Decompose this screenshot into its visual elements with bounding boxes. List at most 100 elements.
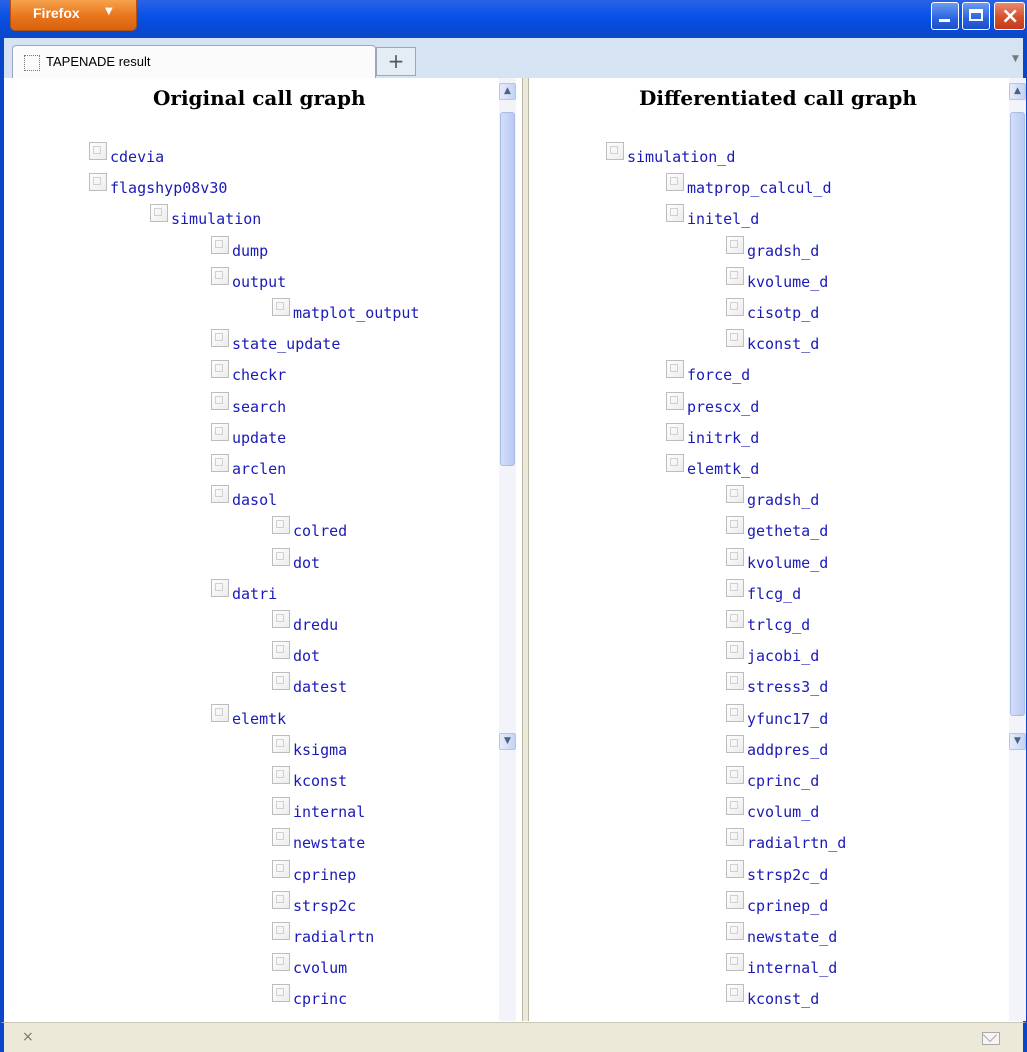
node-link[interactable]: datest	[293, 678, 347, 696]
close-window-button[interactable]: ×	[994, 2, 1025, 30]
node-checkbox-icon[interactable]	[89, 173, 107, 192]
scrollbar-thumb[interactable]	[1010, 112, 1025, 716]
node-checkbox-icon[interactable]	[726, 610, 744, 628]
node-link[interactable]: colred	[293, 522, 347, 540]
node-checkbox-icon[interactable]	[272, 953, 290, 972]
node-checkbox-icon[interactable]	[666, 360, 684, 379]
node-link[interactable]: force_d	[687, 366, 750, 384]
node-checkbox-icon[interactable]	[272, 298, 290, 316]
node-checkbox-icon[interactable]	[726, 235, 744, 254]
node-checkbox-icon[interactable]	[726, 890, 744, 909]
node-checkbox-icon[interactable]	[272, 859, 290, 878]
node-link[interactable]: trlcg_d	[747, 616, 810, 634]
node-link[interactable]: kconst_d	[747, 990, 819, 1008]
node-checkbox-icon[interactable]	[272, 672, 290, 691]
node-checkbox-icon[interactable]	[211, 454, 229, 472]
node-checkbox-icon[interactable]	[150, 204, 168, 223]
node-link[interactable]: kvolume_d	[747, 554, 828, 572]
node-checkbox-icon[interactable]	[726, 922, 744, 940]
node-link[interactable]: flcg_d	[747, 585, 801, 603]
node-checkbox-icon[interactable]	[726, 578, 744, 597]
node-link[interactable]: newstate	[293, 834, 365, 852]
node-checkbox-icon[interactable]	[726, 953, 744, 972]
node-checkbox-icon[interactable]	[666, 454, 684, 472]
node-link[interactable]: cvolum_d	[747, 803, 819, 821]
node-link[interactable]: datri	[232, 585, 277, 603]
scroll-up-icon[interactable]: ▲	[499, 83, 516, 100]
node-checkbox-icon[interactable]	[211, 266, 229, 285]
node-link[interactable]: ksigma	[293, 741, 347, 759]
node-checkbox-icon[interactable]	[272, 828, 290, 847]
node-link[interactable]: output	[232, 273, 286, 291]
node-checkbox-icon[interactable]	[666, 173, 684, 192]
node-link[interactable]: checkr	[232, 366, 286, 384]
node-link[interactable]: search	[232, 398, 286, 416]
node-checkbox-icon[interactable]	[211, 485, 229, 504]
node-link[interactable]: dredu	[293, 616, 338, 634]
node-link[interactable]: dot	[293, 554, 320, 572]
node-checkbox-icon[interactable]	[726, 672, 744, 691]
node-checkbox-icon[interactable]	[726, 703, 744, 722]
node-link[interactable]: kconst_d	[747, 335, 819, 353]
node-checkbox-icon[interactable]	[272, 766, 290, 784]
node-link[interactable]: strsp2c	[293, 897, 356, 915]
node-link[interactable]: jacobi_d	[747, 647, 819, 665]
node-checkbox-icon[interactable]	[726, 516, 744, 535]
tab-tapenade-result[interactable]: TAPENADE result	[12, 45, 376, 78]
close-icon[interactable]: ×	[22, 1029, 34, 1045]
node-checkbox-icon[interactable]	[666, 204, 684, 223]
node-checkbox-icon[interactable]	[726, 766, 744, 784]
node-checkbox-icon[interactable]	[272, 734, 290, 753]
scrollbar-thumb[interactable]	[500, 112, 515, 466]
node-checkbox-icon[interactable]	[89, 142, 107, 160]
minimize-button[interactable]	[931, 2, 959, 30]
node-link[interactable]: addpres_d	[747, 741, 828, 759]
node-link[interactable]: strsp2c_d	[747, 866, 828, 884]
node-checkbox-icon[interactable]	[211, 329, 229, 348]
node-link[interactable]: kconst	[293, 772, 347, 790]
node-link[interactable]: cdevia	[110, 148, 164, 166]
node-link[interactable]: cprinc_d	[747, 772, 819, 790]
node-link[interactable]: kvolume_d	[747, 273, 828, 291]
node-link[interactable]: radialrtn_d	[747, 834, 846, 852]
node-checkbox-icon[interactable]	[666, 422, 684, 441]
node-link[interactable]: simulation	[171, 210, 261, 228]
node-link[interactable]: getheta_d	[747, 522, 828, 540]
node-checkbox-icon[interactable]	[272, 516, 290, 535]
node-link[interactable]: simulation_d	[627, 148, 735, 166]
node-checkbox-icon[interactable]	[272, 984, 290, 1003]
node-checkbox-icon[interactable]	[666, 391, 684, 410]
node-checkbox-icon[interactable]	[726, 828, 744, 847]
list-all-tabs-button[interactable]: ▼	[1012, 54, 1019, 64]
node-link[interactable]: matplot_output	[293, 304, 419, 322]
node-checkbox-icon[interactable]	[272, 641, 290, 660]
node-link[interactable]: cvolum	[293, 959, 347, 977]
node-checkbox-icon[interactable]	[726, 298, 744, 316]
node-link[interactable]: elemtk	[232, 710, 286, 728]
node-link[interactable]: gradsh_d	[747, 242, 819, 260]
right-pane-scrollbar[interactable]: ▲ ▼	[1009, 78, 1026, 1021]
node-checkbox-icon[interactable]	[211, 578, 229, 597]
frame-splitter[interactable]	[522, 78, 529, 1021]
node-checkbox-icon[interactable]	[211, 360, 229, 379]
node-link[interactable]: initrk_d	[687, 429, 759, 447]
node-checkbox-icon[interactable]	[726, 329, 744, 348]
node-link[interactable]: update	[232, 429, 286, 447]
node-link[interactable]: radialrtn	[293, 928, 374, 946]
node-link[interactable]: cisotp_d	[747, 304, 819, 322]
node-link[interactable]: internal	[293, 803, 365, 821]
node-link[interactable]: flagshyp08v30	[110, 179, 227, 197]
node-checkbox-icon[interactable]	[726, 984, 744, 1003]
node-checkbox-icon[interactable]	[726, 797, 744, 816]
node-checkbox-icon[interactable]	[726, 485, 744, 504]
node-link[interactable]: yfunc17_d	[747, 710, 828, 728]
scroll-down-icon[interactable]: ▼	[1009, 733, 1026, 750]
node-link[interactable]: stress3_d	[747, 678, 828, 696]
scroll-up-icon[interactable]: ▲	[1009, 83, 1026, 100]
node-link[interactable]: cprinep	[293, 866, 356, 884]
maximize-button[interactable]	[962, 2, 990, 30]
new-tab-button[interactable]: +	[376, 47, 416, 76]
node-checkbox-icon[interactable]	[211, 422, 229, 441]
node-checkbox-icon[interactable]	[211, 703, 229, 722]
node-checkbox-icon[interactable]	[272, 610, 290, 628]
